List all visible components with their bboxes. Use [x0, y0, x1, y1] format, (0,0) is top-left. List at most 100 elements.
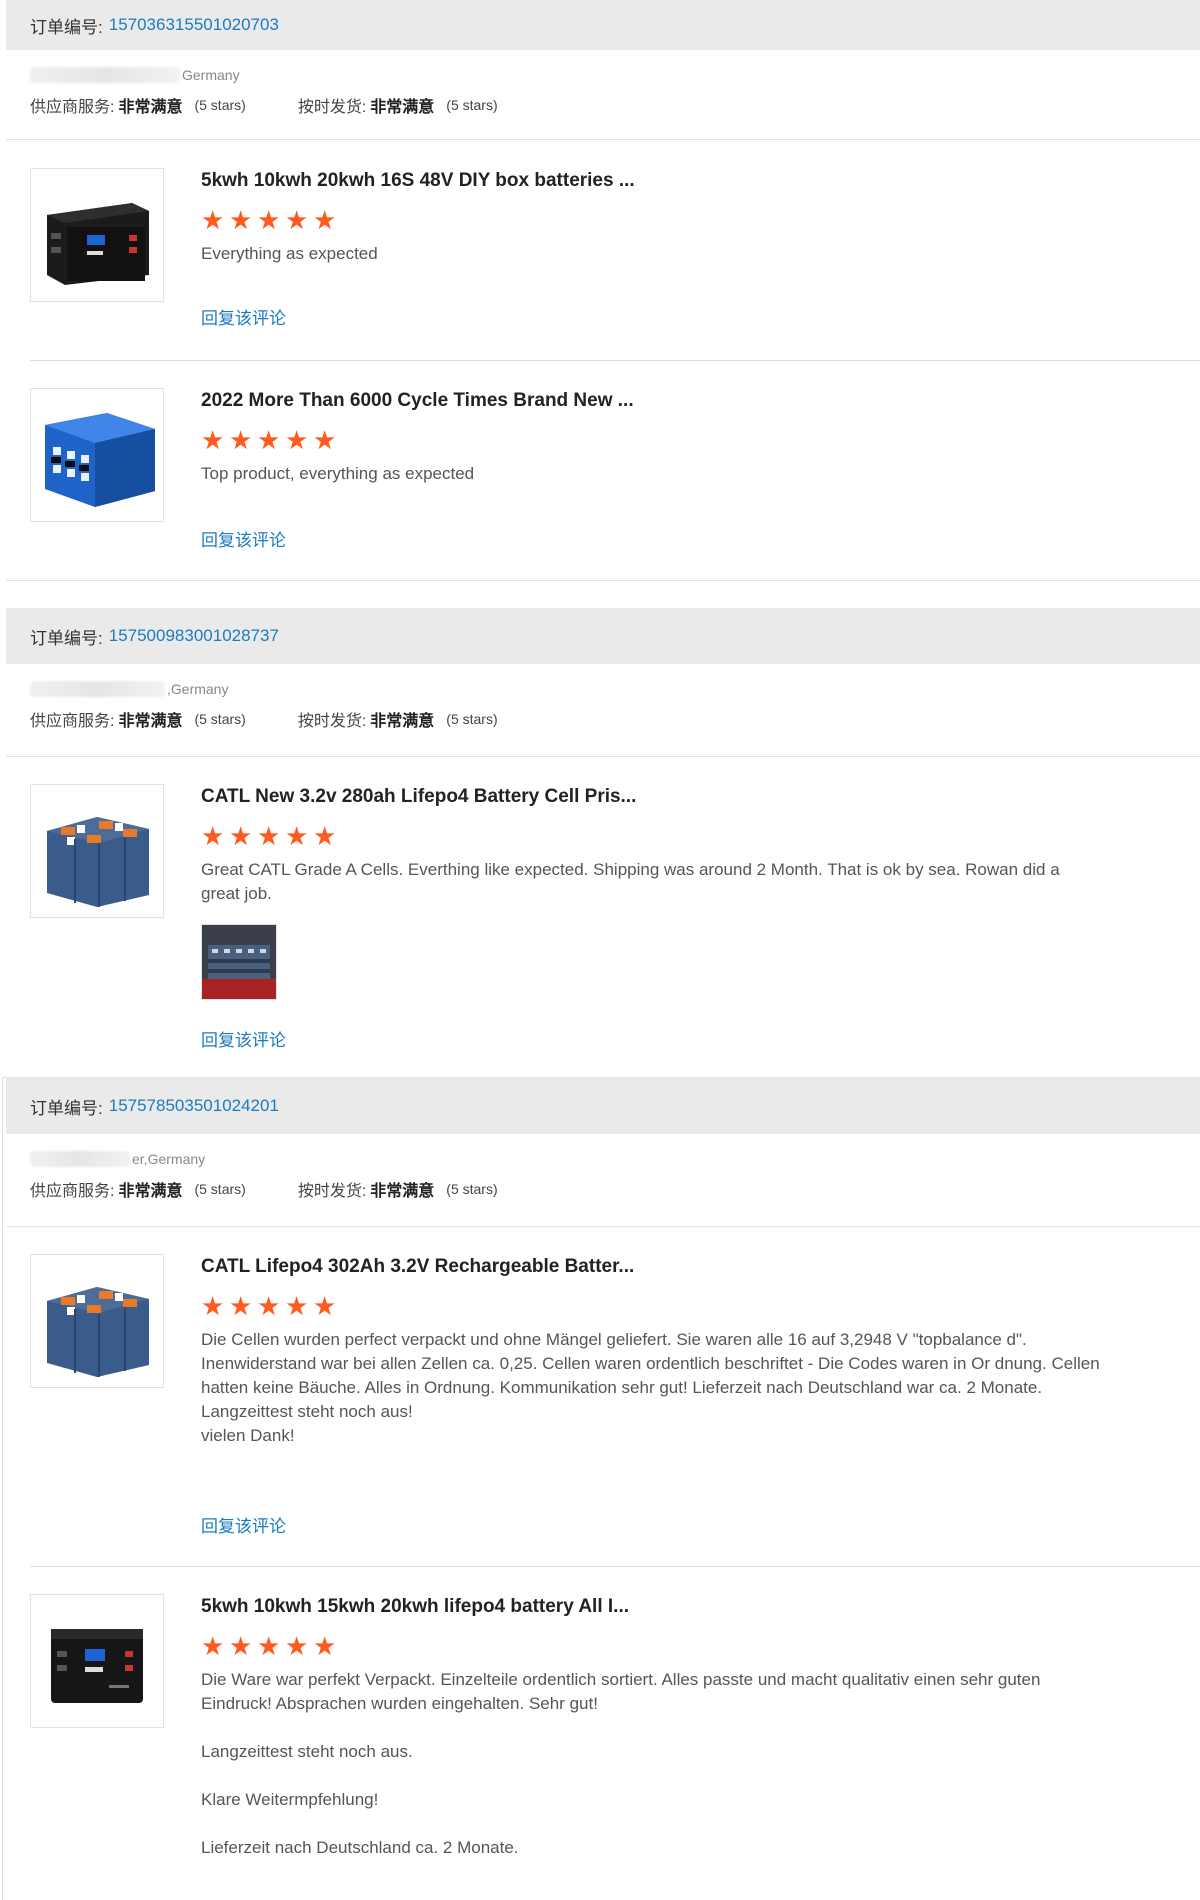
shipping-label: 按时发货: [297, 1183, 367, 1200]
star-rating: ★ ★ ★ ★ ★ [201, 205, 1101, 235]
product-thumbnail[interactable] [30, 168, 164, 302]
order-number-bar: 订单编号: 157036315501020703 [6, 0, 1200, 50]
star-icon: ★ [313, 1291, 337, 1321]
supplier-service-stars: (5 stars) [194, 1181, 246, 1197]
review-item: CATL New 3.2v 280ah Lifepo4 Battery Cell… [30, 784, 1200, 1050]
star-icon: ★ [257, 821, 281, 851]
divider [6, 139, 1200, 140]
reply-link[interactable]: 回复该评论 [201, 1512, 286, 1537]
divider [6, 756, 1200, 757]
reply-link[interactable]: 回复该评论 [201, 304, 286, 329]
product-thumbnail[interactable] [30, 388, 164, 522]
buyer-info: er,Germany [6, 1148, 1200, 1170]
catl-cells-image [47, 817, 149, 907]
star-icon: ★ [229, 425, 253, 455]
blurred-buyer-name [30, 681, 165, 697]
supplier-service-stars: (5 stars) [194, 97, 246, 113]
order-header-1: 订单编号: 157036315501020703 Germany 供应商服务: … [6, 0, 1200, 140]
star-icon: ★ [257, 1291, 281, 1321]
reply-link[interactable]: 回复该评论 [201, 1026, 286, 1051]
review-item: 5kwh 10kwh 15kwh 20kwh lifepo4 battery A… [30, 1594, 1200, 1874]
order-id-link[interactable]: 157578503501024201 [109, 1096, 279, 1116]
star-icon: ★ [229, 821, 253, 851]
shipping-value: 非常满意 [370, 713, 435, 730]
review-text: Die Cellen wurden perfect verpackt und o… [201, 1330, 1100, 1445]
buyer-info: ,Germany [6, 678, 1200, 700]
product-title[interactable]: CATL Lifepo4 302Ah 3.2V Rechargeable Bat… [201, 1254, 1101, 1280]
star-icon: ★ [285, 425, 309, 455]
star-rating: ★ ★ ★ ★ ★ [201, 425, 1101, 455]
review-photo[interactable] [201, 924, 277, 1000]
blurred-buyer-name [30, 67, 180, 83]
star-icon: ★ [257, 205, 281, 235]
product-title[interactable]: CATL New 3.2v 280ah Lifepo4 Battery Cell… [201, 784, 1101, 810]
review-text: Top product, everything as expected [201, 464, 475, 483]
shipping-label: 按时发货: [297, 99, 367, 116]
review-content: CATL Lifepo4 302Ah 3.2V Rechargeable Bat… [201, 1254, 1101, 1448]
star-icon: ★ [201, 1291, 225, 1321]
supplier-service-value: 非常满意 [118, 99, 183, 116]
divider [6, 1226, 1200, 1227]
supplier-service-value: 非常满意 [118, 713, 183, 730]
star-icon: ★ [313, 425, 337, 455]
blue-cells-image [45, 413, 155, 507]
supplier-service-label: 供应商服务: [30, 713, 115, 730]
review-text: Great CATL Grade A Cells. Everthing like… [201, 860, 1060, 903]
buyer-country: er,Germany [132, 1151, 206, 1167]
review-item: CATL Lifepo4 302Ah 3.2V Rechargeable Bat… [30, 1254, 1200, 1537]
review-content: 5kwh 10kwh 15kwh 20kwh lifepo4 battery A… [201, 1594, 1101, 1860]
star-rating: ★ ★ ★ ★ ★ [201, 1631, 1101, 1661]
star-icon: ★ [229, 205, 253, 235]
supplier-service-value: 非常满意 [118, 1183, 183, 1200]
shipping-value: 非常满意 [370, 1183, 435, 1200]
order-header-3: 订单编号: 157578503501024201 er,Germany 供应商服… [6, 1078, 1200, 1227]
order-number-label: 订单编号: [30, 628, 103, 648]
star-icon: ★ [229, 1631, 253, 1661]
star-icon: ★ [313, 821, 337, 851]
star-rating: ★ ★ ★ ★ ★ [201, 821, 1101, 851]
star-icon: ★ [201, 821, 225, 851]
product-thumbnail[interactable] [30, 784, 164, 918]
product-title[interactable]: 2022 More Than 6000 Cycle Times Brand Ne… [201, 388, 1101, 414]
review-content: 5kwh 10kwh 20kwh 16S 48V DIY box batteri… [201, 168, 1101, 266]
product-title[interactable]: 5kwh 10kwh 15kwh 20kwh lifepo4 battery A… [201, 1594, 1101, 1620]
supplier-service-label: 供应商服务: [30, 99, 115, 116]
product-title[interactable]: 5kwh 10kwh 20kwh 16S 48V DIY box batteri… [201, 168, 1101, 194]
supplier-service-label: 供应商服务: [30, 1183, 115, 1200]
shipping-stars: (5 stars) [446, 97, 498, 113]
star-icon: ★ [201, 1631, 225, 1661]
order-id-link[interactable]: 157500983001028737 [109, 626, 279, 646]
shipping-stars: (5 stars) [446, 1181, 498, 1197]
review-content: CATL New 3.2v 280ah Lifepo4 Battery Cell… [201, 784, 1101, 1000]
order-number-bar: 订单编号: 157578503501024201 [6, 1078, 1200, 1134]
battery-box-image [47, 203, 149, 285]
left-border [2, 1077, 3, 1900]
star-icon: ★ [229, 1291, 253, 1321]
seller-ratings: 供应商服务: 非常满意 (5 stars) 按时发货: 非常满意 (5 star… [6, 704, 1200, 734]
order-id-link[interactable]: 157036315501020703 [109, 15, 279, 35]
seller-ratings: 供应商服务: 非常满意 (5 stars) 按时发货: 非常满意 (5 star… [6, 1174, 1200, 1204]
reply-link[interactable]: 回复该评论 [201, 526, 286, 551]
blurred-buyer-name [30, 1151, 130, 1167]
review-photo-image [202, 925, 276, 999]
battery-box-image [51, 1629, 143, 1703]
divider [30, 1566, 1200, 1567]
catl-cells-image [47, 1287, 149, 1377]
shipping-stars: (5 stars) [446, 711, 498, 727]
star-icon: ★ [201, 425, 225, 455]
product-thumbnail[interactable] [30, 1254, 164, 1388]
star-icon: ★ [313, 1631, 337, 1661]
shipping-value: 非常满意 [370, 99, 435, 116]
supplier-service-stars: (5 stars) [194, 711, 246, 727]
order-header-2: 订单编号: 157500983001028737 ,Germany 供应商服务:… [6, 608, 1200, 757]
seller-ratings: 供应商服务: 非常满意 (5 stars) 按时发货: 非常满意 (5 star… [6, 90, 1200, 120]
review-text: Everything as expected [201, 244, 378, 263]
divider [6, 580, 1200, 581]
review-item: 2022 More Than 6000 Cycle Times Brand Ne… [30, 388, 1200, 558]
shipping-label: 按时发货: [297, 713, 367, 730]
star-icon: ★ [201, 205, 225, 235]
product-thumbnail[interactable] [30, 1594, 164, 1728]
star-icon: ★ [285, 821, 309, 851]
star-icon: ★ [313, 205, 337, 235]
review-content: 2022 More Than 6000 Cycle Times Brand Ne… [201, 388, 1101, 486]
